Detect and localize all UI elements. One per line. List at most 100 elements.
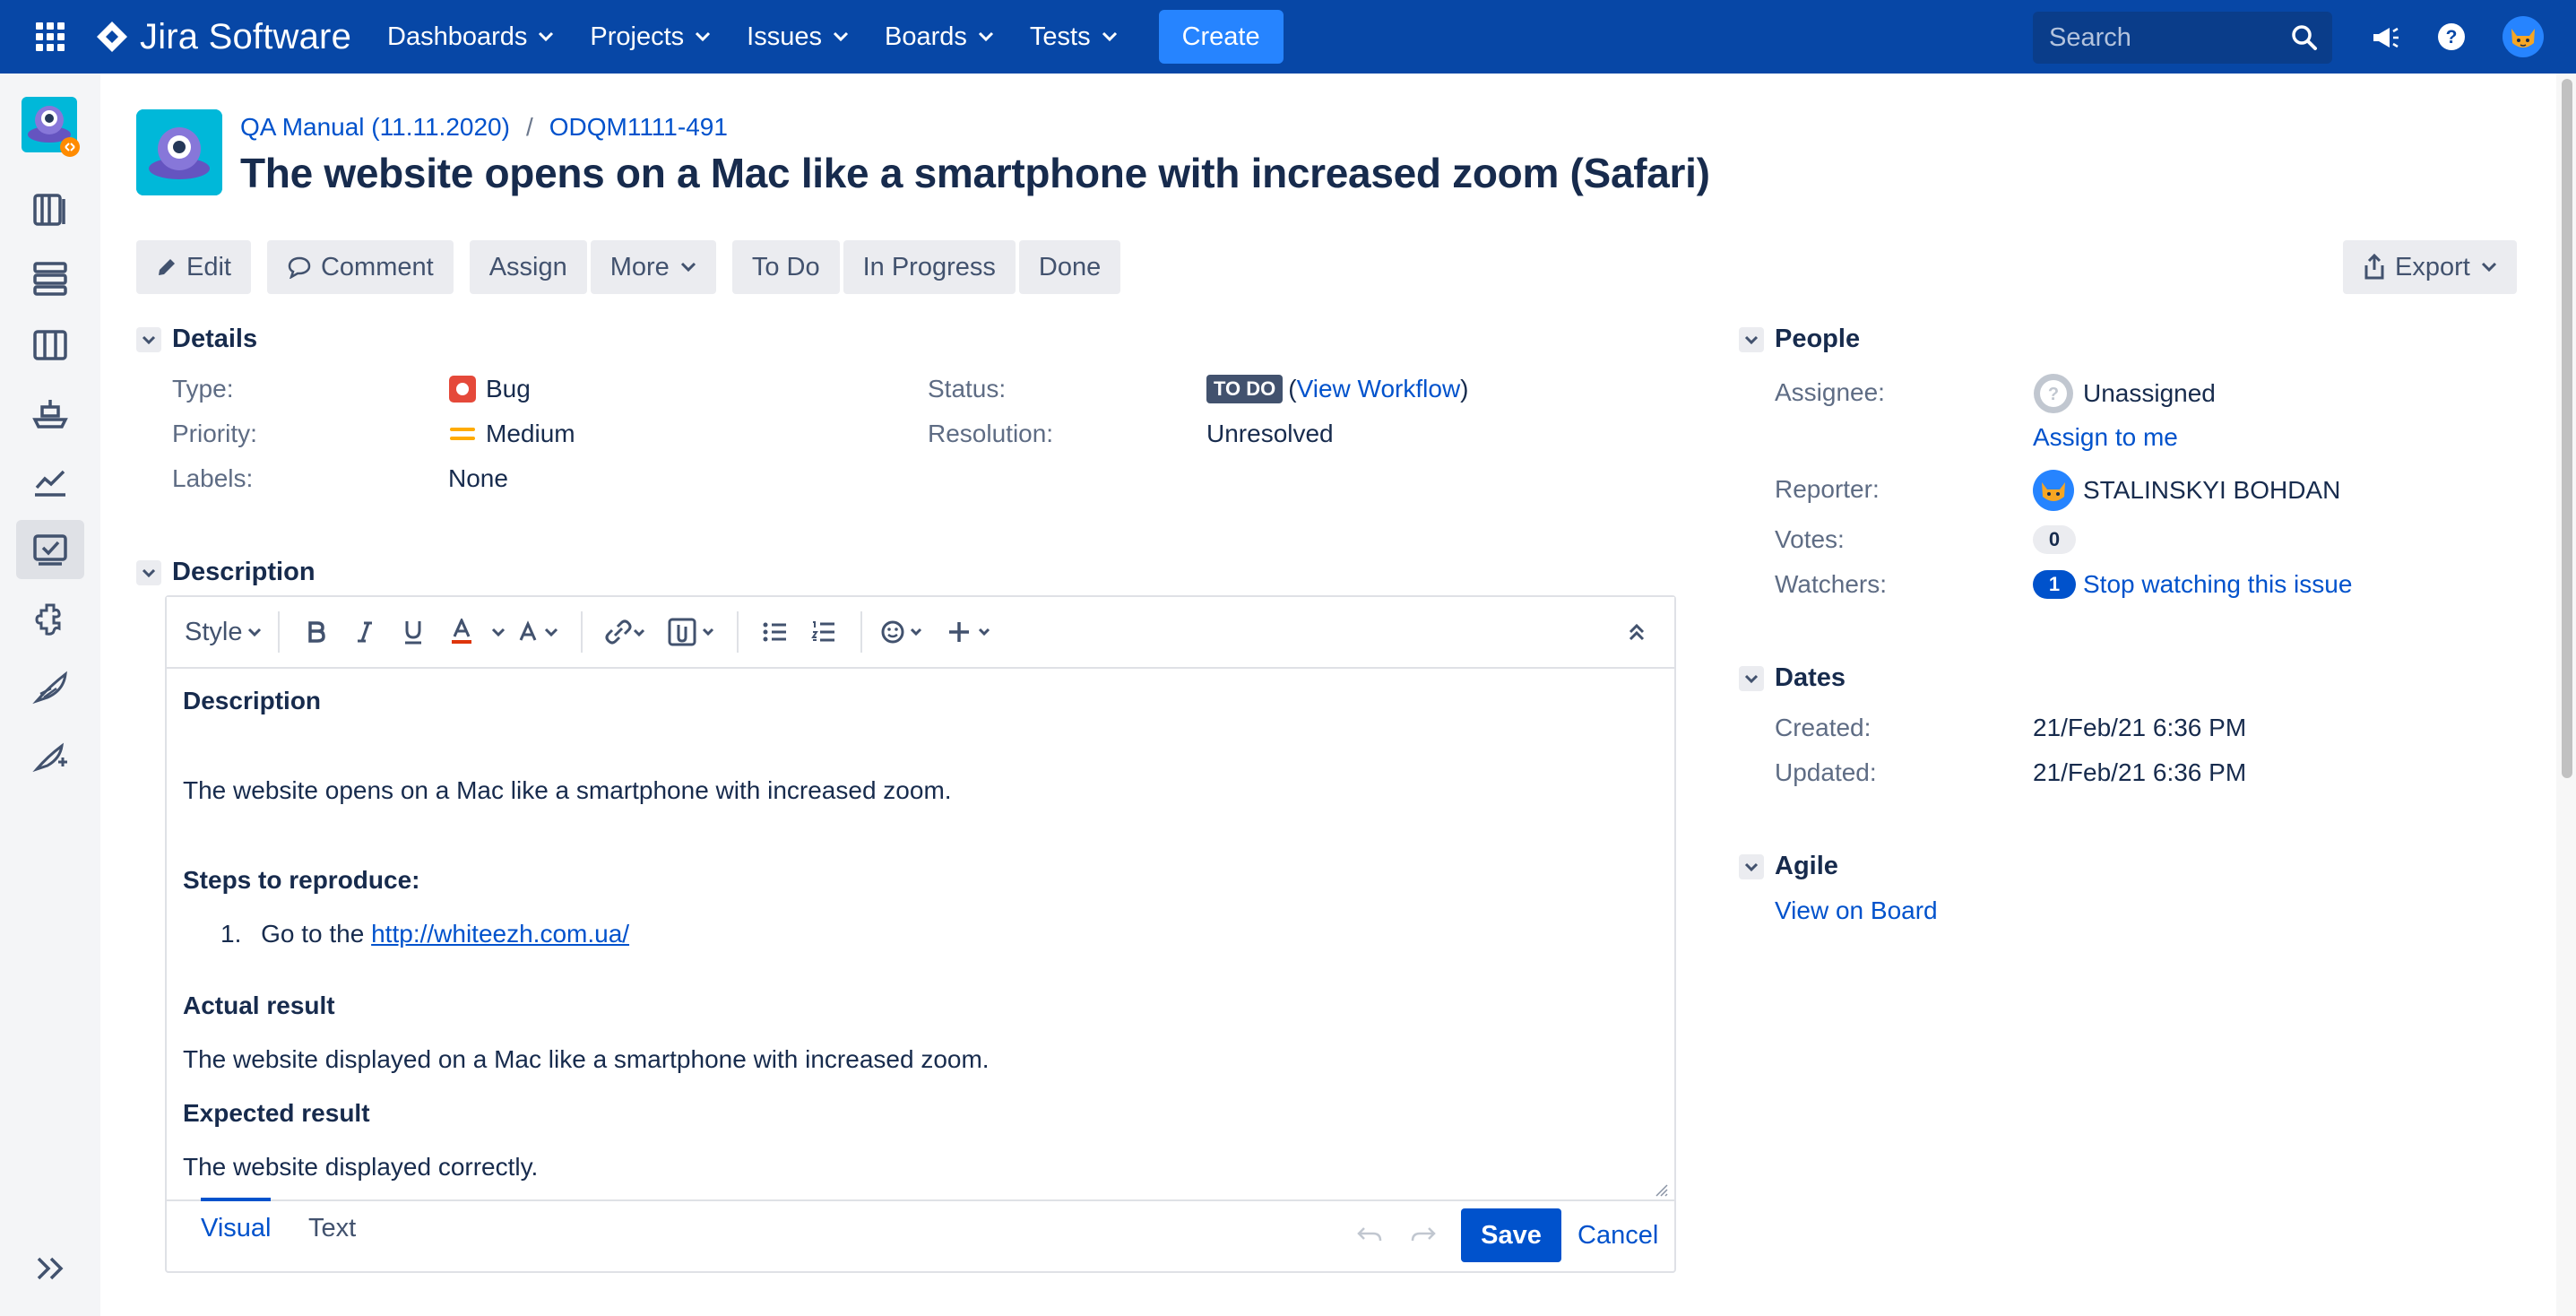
priority-value[interactable]: Medium: [448, 420, 575, 448]
sidebar-releases-icon[interactable]: [16, 384, 84, 443]
resolution-value: Unresolved: [1206, 420, 1334, 447]
undo-icon[interactable]: [1355, 1225, 1384, 1246]
resolution-label: Resolution:: [928, 420, 1054, 447]
dates-heading: Dates: [1775, 663, 1846, 692]
chevron-down-icon: [136, 559, 161, 585]
assign-button[interactable]: Assign: [469, 240, 587, 294]
help-icon[interactable]: ?: [2433, 18, 2470, 56]
export-label: Export: [2395, 252, 2470, 281]
stop-watching-link[interactable]: Stop watching this issue: [2083, 570, 2352, 599]
sidebar-feather-add-icon[interactable]: [16, 726, 84, 785]
app-switcher-icon[interactable]: [30, 17, 70, 56]
type-label: Type:: [172, 375, 234, 403]
nav-projects[interactable]: Projects: [590, 22, 711, 52]
nav-issues[interactable]: Issues: [747, 22, 849, 52]
reporter-value[interactable]: STALINSKYI BOHDAN: [2033, 470, 2340, 511]
votes-label: Votes:: [1775, 525, 1845, 553]
notifications-megaphone-icon[interactable]: [2366, 18, 2404, 56]
sidebar-tests-icon[interactable]: [16, 520, 84, 579]
issue-title[interactable]: The website opens on a Mac like a smartp…: [240, 149, 1710, 197]
sidebar-roadmap-icon[interactable]: [16, 179, 84, 238]
underline-icon[interactable]: [393, 605, 434, 659]
comment-button[interactable]: Comment: [266, 240, 454, 294]
step-1-link[interactable]: http://whiteezh.com.ua/: [371, 920, 629, 948]
view-workflow-link[interactable]: View Workflow: [1297, 375, 1461, 403]
nav-dashboards-label: Dashboards: [387, 22, 528, 51]
people-section-header[interactable]: People: [1739, 325, 1860, 354]
type-value[interactable]: Bug: [448, 375, 531, 403]
resize-handle-icon[interactable]: [1653, 1182, 1669, 1198]
text-color-icon[interactable]: [441, 605, 482, 659]
type-value-text: Bug: [486, 375, 531, 403]
project-avatar[interactable]: [136, 109, 222, 195]
details-heading: Details: [172, 325, 258, 353]
more-button[interactable]: More: [590, 240, 716, 294]
text-format-more-icon[interactable]: [514, 605, 565, 659]
nav-boards[interactable]: Boards: [885, 22, 994, 52]
tab-text[interactable]: Text: [308, 1214, 356, 1243]
scrollbar-thumb[interactable]: [2562, 79, 2572, 778]
labels-value[interactable]: None: [448, 464, 508, 493]
bold-icon[interactable]: [296, 605, 337, 659]
transition-to-do-button[interactable]: To Do: [731, 240, 840, 294]
agile-section-header[interactable]: Agile: [1739, 852, 1838, 881]
votes-value[interactable]: 0: [2033, 525, 2076, 554]
sidebar-project-avatar[interactable]: [16, 97, 84, 157]
user-avatar[interactable]: [2503, 16, 2544, 57]
dates-section-header[interactable]: Dates: [1739, 663, 1846, 693]
assign-to-me-link[interactable]: Assign to me: [2033, 423, 2178, 452]
edit-button[interactable]: Edit: [136, 240, 251, 294]
priority-label: Priority:: [172, 420, 257, 447]
jira-logo[interactable]: Jira Software: [95, 17, 351, 57]
sidebar-expand-icon[interactable]: [16, 1239, 84, 1298]
sidebar-feather-icon[interactable]: [16, 658, 84, 717]
sidebar-backlog-icon[interactable]: [16, 247, 84, 307]
attachment-icon[interactable]: [665, 605, 721, 659]
breadcrumb-project-link[interactable]: QA Manual (11.11.2020): [240, 113, 510, 142]
bug-icon: [449, 376, 476, 403]
transition-in-progress-button[interactable]: In Progress: [843, 240, 1016, 294]
description-editor[interactable]: Style Description The website opens on a…: [165, 595, 1676, 1273]
step-1-number: 1.: [220, 920, 242, 948]
details-section-header[interactable]: Details: [136, 325, 257, 354]
collapse-toolbar-icon[interactable]: [1619, 605, 1655, 659]
export-button[interactable]: Export: [2343, 240, 2517, 294]
numbered-list-icon[interactable]: [803, 605, 844, 659]
desc-line1: The website opens on a Mac like a smartp…: [183, 776, 952, 804]
bullet-list-icon[interactable]: [755, 605, 796, 659]
assignee-value[interactable]: ? Unassigned: [2033, 373, 2216, 414]
chevron-down-icon: [978, 31, 993, 42]
watchers-count-badge: 1: [2033, 570, 2076, 599]
status-label: Status:: [928, 375, 1007, 403]
transition-done-button[interactable]: Done: [1018, 240, 1121, 294]
nav-tests[interactable]: Tests: [1030, 22, 1118, 52]
top-navigation: Jira Software Dashboards Projects Issues…: [0, 0, 2576, 74]
search-placeholder: Search: [2049, 22, 2131, 52]
sidebar-board-icon[interactable]: [16, 316, 84, 375]
create-button[interactable]: Create: [1158, 10, 1284, 64]
nav-boards-label: Boards: [885, 22, 967, 51]
sidebar-reports-icon[interactable]: [16, 452, 84, 511]
italic-icon[interactable]: [344, 605, 385, 659]
redo-icon[interactable]: [1409, 1225, 1438, 1246]
jira-diamond-icon: [97, 22, 127, 52]
tab-visual[interactable]: Visual: [201, 1198, 272, 1243]
page-scrollbar[interactable]: [2556, 74, 2576, 1316]
sidebar-components-icon[interactable]: [16, 590, 84, 649]
emoji-icon[interactable]: [878, 605, 929, 659]
chevron-down-icon[interactable]: [489, 605, 507, 659]
save-button[interactable]: Save: [1461, 1208, 1561, 1262]
description-section-header[interactable]: Description: [136, 558, 316, 587]
breadcrumb-issue-key-link[interactable]: ODQM1111-491: [549, 113, 728, 142]
search-input[interactable]: Search: [2033, 12, 2332, 64]
nav-dashboards[interactable]: Dashboards: [387, 22, 554, 52]
nav-tests-label: Tests: [1029, 22, 1091, 51]
search-icon: [2292, 25, 2317, 50]
view-on-board-link[interactable]: View on Board: [1775, 896, 1938, 925]
insert-more-icon[interactable]: [945, 605, 998, 659]
nav-projects-label: Projects: [590, 22, 685, 51]
link-icon[interactable]: [599, 605, 649, 659]
editor-footer: Visual Text Save Cancel: [167, 1198, 1674, 1271]
cancel-button[interactable]: Cancel: [1578, 1221, 1658, 1251]
style-dropdown[interactable]: Style: [185, 605, 262, 659]
